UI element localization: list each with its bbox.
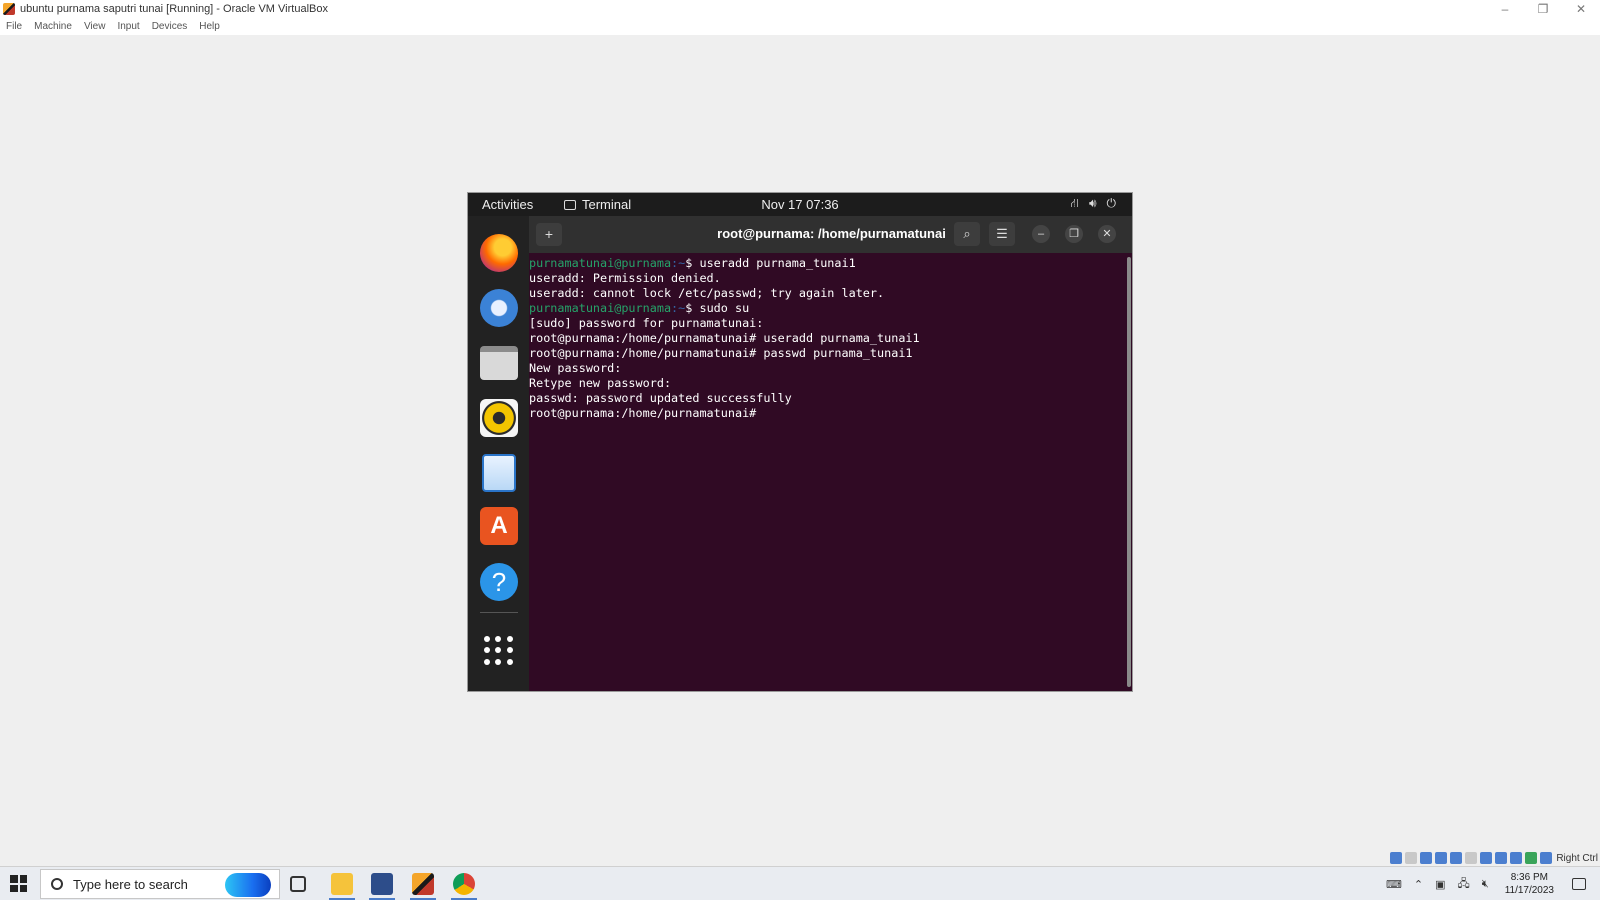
libreoffice-writer-icon[interactable] — [482, 454, 516, 492]
dock-separator — [480, 612, 518, 613]
windows-start-icon[interactable] — [10, 875, 27, 892]
usb-icon[interactable] — [1450, 852, 1463, 864]
terminal-line: root@purnama:/home/purnamatunai# passwd … — [529, 346, 913, 360]
clock-date: 11/17/2023 — [1504, 885, 1554, 896]
network-icon[interactable]: 🖧 — [1457, 875, 1469, 894]
vbox-menubar: File Machine View Input Devices Help — [0, 18, 1600, 35]
recording-icon[interactable] — [1495, 852, 1508, 864]
menu-machine[interactable]: Machine — [34, 21, 72, 32]
file-explorer-icon[interactable] — [331, 873, 353, 895]
terminal-line: Retype new password: — [529, 376, 672, 390]
vbox-title-bar: ubuntu purnama saputri tunai [Running] -… — [0, 0, 1600, 18]
terminal-scrollbar[interactable] — [1127, 257, 1131, 687]
terminal-line: useradd: Permission denied. — [529, 271, 721, 285]
terminal-line: root@purnama:/home/purnamatunai# useradd… — [529, 331, 920, 345]
volume-muted-icon[interactable]: 🔇︎ — [1482, 878, 1489, 891]
meet-now-icon[interactable]: ▣ — [1435, 878, 1445, 891]
gnome-top-bar: Activities Terminal Nov 17 07:36 ⛙ 🔊︎ ⏻ — [468, 193, 1132, 216]
terminal-header-bar: + root@purnama: /home/purnamatunai ⌕ ☰ –… — [529, 216, 1132, 253]
system-tray: ⌨ ⌃ ▣ 🖧 🔇︎ 8:36 PM 11/17/2023 — [1380, 867, 1600, 900]
topbar-clock[interactable]: Nov 17 07:36 — [468, 197, 1132, 212]
terminal-line: root@purnama:/home/purnamatunai# — [529, 406, 764, 420]
menu-view[interactable]: View — [84, 21, 106, 32]
restore-button[interactable]: ❐ — [1524, 0, 1562, 18]
files-icon[interactable] — [480, 346, 518, 380]
search-highlight-icon[interactable] — [225, 873, 271, 897]
firefox-icon[interactable] — [480, 234, 518, 272]
windows-taskbar: Type here to search ⌨ ⌃ ▣ 🖧 🔇︎ 8:36 PM 1… — [0, 866, 1600, 900]
ubuntu-dock: A ? — [468, 216, 529, 691]
terminal-maximize-button[interactable]: ❐ — [1065, 225, 1083, 243]
rhythmbox-icon[interactable] — [480, 399, 518, 437]
terminal-line: New password: — [529, 361, 622, 375]
shared-folders-icon[interactable] — [1465, 852, 1478, 864]
search-icon — [51, 878, 63, 890]
thunderbird-icon[interactable] — [480, 289, 518, 327]
virtualbox-vm-icon — [3, 3, 15, 15]
minimize-button[interactable]: – — [1486, 0, 1524, 18]
volume-icon: 🔊︎ — [1088, 196, 1097, 210]
ubuntu-software-icon[interactable]: A — [480, 507, 518, 545]
terminal-line: purnamatunai@purnama:~$ useradd purnama_… — [529, 256, 856, 270]
notification-icon[interactable] — [1572, 878, 1586, 890]
mouse-integration-icon[interactable] — [1540, 852, 1553, 864]
menu-file[interactable]: File — [6, 21, 22, 32]
host-key-label[interactable]: Right Ctrl — [1556, 853, 1598, 864]
power-icon: ⏻ — [1106, 196, 1117, 210]
virtualbox-vm-taskbar-icon[interactable] — [412, 873, 434, 895]
hamburger-menu-button[interactable]: ☰ — [989, 222, 1015, 246]
display-icon[interactable] — [1480, 852, 1493, 864]
terminal-line: passwd: password updated successfully — [529, 391, 792, 405]
network-icon: ⛙ — [1070, 196, 1079, 210]
terminal-close-button[interactable]: ✕ — [1098, 225, 1116, 243]
chrome-icon[interactable] — [453, 873, 475, 895]
terminal-minimize-button[interactable]: – — [1032, 225, 1050, 243]
audio-icon[interactable] — [1420, 852, 1433, 864]
terminal-line: useradd: cannot lock /etc/passwd; try ag… — [529, 286, 885, 300]
taskbar-clock[interactable]: 8:36 PM 11/17/2023 — [1505, 871, 1554, 897]
guest-screen[interactable]: Activities Terminal Nov 17 07:36 ⛙ 🔊︎ ⏻ … — [467, 192, 1133, 692]
terminal-line: [sudo] password for purnamatunai: — [529, 316, 764, 330]
clock-time: 8:36 PM — [1510, 872, 1548, 883]
vbox-status-bar: Right Ctrl — [1387, 850, 1600, 866]
search-button[interactable]: ⌕ — [954, 222, 980, 246]
cpu-icon[interactable] — [1510, 852, 1523, 864]
menu-help[interactable]: Help — [199, 21, 220, 32]
optical-drive-icon[interactable] — [1405, 852, 1418, 864]
help-icon[interactable]: ? — [480, 563, 518, 601]
terminal-output[interactable]: purnamatunai@purnama:~$ useradd purnama_… — [529, 253, 1132, 691]
menu-input[interactable]: Input — [117, 21, 139, 32]
keyboard-icon[interactable]: ⌨ — [1386, 878, 1402, 891]
taskbar-search-input[interactable]: Type here to search — [40, 869, 280, 899]
show-apps-icon[interactable] — [484, 636, 514, 666]
hard-disk-icon[interactable] — [1390, 852, 1403, 864]
search-placeholder: Type here to search — [73, 876, 188, 892]
chevron-up-icon[interactable]: ⌃ — [1414, 878, 1423, 891]
task-view-icon[interactable] — [290, 876, 306, 892]
menu-devices[interactable]: Devices — [152, 21, 188, 32]
guest-additions-icon[interactable] — [1525, 852, 1538, 864]
terminal-line: purnamatunai@purnama:~$ sudo su — [529, 301, 750, 315]
close-button[interactable]: ✕ — [1562, 0, 1600, 18]
system-menu[interactable]: ⛙ 🔊︎ ⏻ — [1061, 196, 1117, 212]
virtualbox-manager-icon[interactable] — [371, 873, 393, 895]
window-title: ubuntu purnama saputri tunai [Running] -… — [20, 3, 328, 15]
network-adapter-icon[interactable] — [1435, 852, 1448, 864]
